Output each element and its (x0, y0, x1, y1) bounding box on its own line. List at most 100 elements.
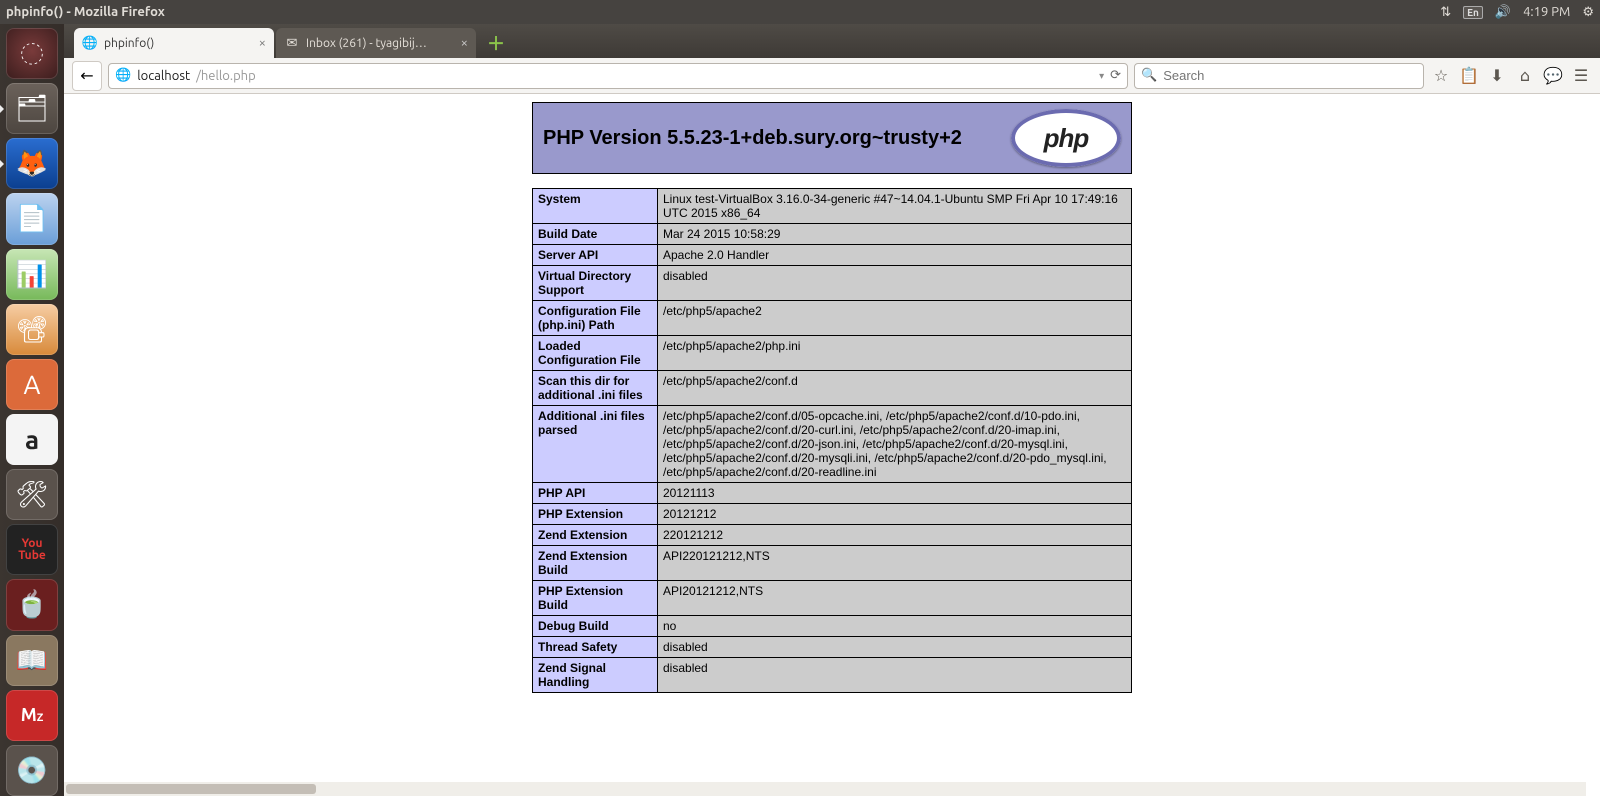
phpinfo-key: Virtual Directory Support (533, 266, 658, 301)
navigation-toolbar: ← 🌐 localhost/hello.php ▾ ⟳ 🔍 ☆ 📋 ⬇ ⌂ 💬 … (64, 58, 1600, 94)
launcher-libreoffice-impress[interactable]: 📽 (6, 304, 58, 355)
phpinfo-row: PHP API20121113 (533, 483, 1132, 504)
tab-close-icon[interactable]: × (461, 36, 468, 50)
back-button[interactable]: ← (72, 61, 102, 91)
url-bar[interactable]: 🌐 localhost/hello.php ▾ ⟳ (108, 63, 1128, 89)
phpinfo-value: /etc/php5/apache2/conf.d/05-opcache.ini,… (658, 406, 1132, 483)
shopping-bag-icon: A (24, 370, 41, 399)
browser-tab-inactive[interactable]: ✉ Inbox (261) - tyagibij… × (276, 28, 476, 58)
bookmark-star-icon[interactable]: ☆ (1430, 66, 1452, 85)
launcher-mz[interactable]: MZ (6, 690, 58, 741)
php-logo: php (1011, 109, 1121, 167)
content-area: PHP Version 5.5.23-1+deb.sury.org~trusty… (64, 94, 1600, 796)
phpinfo-value: /etc/php5/apache2/php.ini (658, 336, 1132, 371)
keyboard-layout-indicator[interactable]: En (1463, 6, 1483, 19)
window-title: phpinfo() - Mozilla Firefox (6, 5, 165, 19)
launcher-system-settings[interactable]: 🛠 (6, 469, 58, 520)
phpinfo-value: /etc/php5/apache2/conf.d (658, 371, 1132, 406)
tab-title: phpinfo() (104, 37, 253, 50)
phpinfo-row: Zend Extension220121212 (533, 525, 1132, 546)
launcher-firefox[interactable]: 🦊 (6, 138, 58, 189)
launcher-libreoffice-writer[interactable]: 📄 (6, 193, 58, 244)
mz-icon: MZ (21, 705, 44, 725)
globe-icon: 🌐 (115, 68, 131, 83)
horizontal-scrollbar[interactable] (64, 782, 1586, 796)
phpinfo-key: Scan this dir for additional .ini files (533, 371, 658, 406)
scrollbar-thumb[interactable] (66, 784, 316, 794)
sound-indicator-icon[interactable]: 🔊 (1495, 5, 1511, 20)
phpinfo-value: API20121212,NTS (658, 581, 1132, 616)
clipboard-icon[interactable]: 📋 (1458, 66, 1480, 85)
phpinfo-key: Build Date (533, 224, 658, 245)
phpinfo-table: SystemLinux test-VirtualBox 3.16.0-34-ge… (532, 188, 1132, 693)
plus-icon: ＋ (487, 30, 505, 56)
page-favicon-icon: 🌐 (82, 35, 98, 51)
url-path: /hello.php (196, 69, 256, 83)
launcher-dictionary[interactable]: 📖 (6, 635, 58, 686)
url-host: localhost (137, 69, 190, 83)
content-scroll[interactable]: PHP Version 5.5.23-1+deb.sury.org~trusty… (64, 94, 1600, 796)
browser-tab-active[interactable]: 🌐 phpinfo() × (74, 28, 274, 58)
launcher-dash[interactable]: ◌ (6, 28, 58, 79)
phpinfo-key: Additional .ini files parsed (533, 406, 658, 483)
tab-close-icon[interactable]: × (259, 36, 266, 50)
phpinfo-value: Mar 24 2015 10:58:29 (658, 224, 1132, 245)
phpinfo-header: PHP Version 5.5.23-1+deb.sury.org~trusty… (532, 102, 1132, 174)
launcher-files[interactable]: 🗂 (6, 83, 58, 134)
phpinfo-key: Loaded Configuration File (533, 336, 658, 371)
phpinfo-key: Thread Safety (533, 637, 658, 658)
phpinfo-value: disabled (658, 658, 1132, 693)
folder-icon: 🗂 (15, 93, 48, 124)
chat-icon[interactable]: 💬 (1542, 66, 1564, 85)
phpinfo-row: Debug Buildno (533, 616, 1132, 637)
launcher-libreoffice-calc[interactable]: 📊 (6, 249, 58, 300)
firefox-window: 🌐 phpinfo() × ✉ Inbox (261) - tyagibij… … (64, 24, 1600, 796)
phpinfo-row: Configuration File (php.ini) Path/etc/ph… (533, 301, 1132, 336)
tab-title: Inbox (261) - tyagibij… (306, 37, 455, 50)
phpinfo-value: disabled (658, 637, 1132, 658)
phpinfo-row: Virtual Directory Supportdisabled (533, 266, 1132, 301)
phpinfo-value: 20121113 (658, 483, 1132, 504)
phpinfo-row: Loaded Configuration File/etc/php5/apach… (533, 336, 1132, 371)
phpinfo-row: Thread Safetydisabled (533, 637, 1132, 658)
php-version-title: PHP Version 5.5.23-1+deb.sury.org~trusty… (543, 127, 1011, 150)
phpinfo-key: Debug Build (533, 616, 658, 637)
phpinfo-row: PHP Extension20121212 (533, 504, 1132, 525)
phpinfo-value: 20121212 (658, 504, 1132, 525)
phpinfo-row: Build DateMar 24 2015 10:58:29 (533, 224, 1132, 245)
launcher-disk[interactable]: 💿 (6, 745, 58, 796)
phpinfo-row: PHP Extension BuildAPI20121212,NTS (533, 581, 1132, 616)
phpinfo-row: Additional .ini files parsed/etc/php5/ap… (533, 406, 1132, 483)
search-input[interactable] (1163, 68, 1417, 83)
reload-icon[interactable]: ⟳ (1110, 68, 1121, 83)
phpinfo-key: PHP Extension (533, 504, 658, 525)
launcher-youtube[interactable]: YouTube (6, 524, 58, 575)
phpinfo-row: Scan this dir for additional .ini files/… (533, 371, 1132, 406)
unity-launcher: ◌ 🗂 🦊 📄 📊 📽 A a 🛠 YouTube 🍵 📖 MZ 💿 (0, 24, 64, 796)
phpinfo-key: Server API (533, 245, 658, 266)
home-icon[interactable]: ⌂ (1514, 66, 1536, 85)
phpinfo-key: System (533, 189, 658, 224)
gmail-favicon-icon: ✉ (284, 35, 300, 51)
search-icon: 🔍 (1141, 68, 1157, 83)
phpinfo-key: Zend Signal Handling (533, 658, 658, 693)
new-tab-button[interactable]: ＋ (484, 31, 508, 55)
phpinfo-key: Zend Extension (533, 525, 658, 546)
url-dropdown-icon[interactable]: ▾ (1099, 70, 1104, 82)
phpinfo-value: Apache 2.0 Handler (658, 245, 1132, 266)
menu-icon[interactable]: ☰ (1570, 66, 1592, 85)
phpinfo-value: disabled (658, 266, 1132, 301)
spreadsheet-icon: 📊 (16, 259, 48, 290)
phpinfo-key: PHP Extension Build (533, 581, 658, 616)
search-bar[interactable]: 🔍 (1134, 63, 1424, 89)
session-gear-icon[interactable]: ⚙ (1582, 5, 1594, 20)
downloads-icon[interactable]: ⬇ (1486, 66, 1508, 85)
firefox-icon: 🦊 (16, 148, 48, 179)
launcher-ubuntu-software[interactable]: A (6, 359, 58, 410)
clock[interactable]: 4:19 PM (1523, 5, 1570, 19)
launcher-amazon[interactable]: a (6, 414, 58, 465)
launcher-tea[interactable]: 🍵 (6, 579, 58, 630)
network-indicator-icon[interactable]: ⇅ (1440, 5, 1451, 20)
gear-wrench-icon: 🛠 (15, 479, 48, 510)
phpinfo-value: /etc/php5/apache2 (658, 301, 1132, 336)
